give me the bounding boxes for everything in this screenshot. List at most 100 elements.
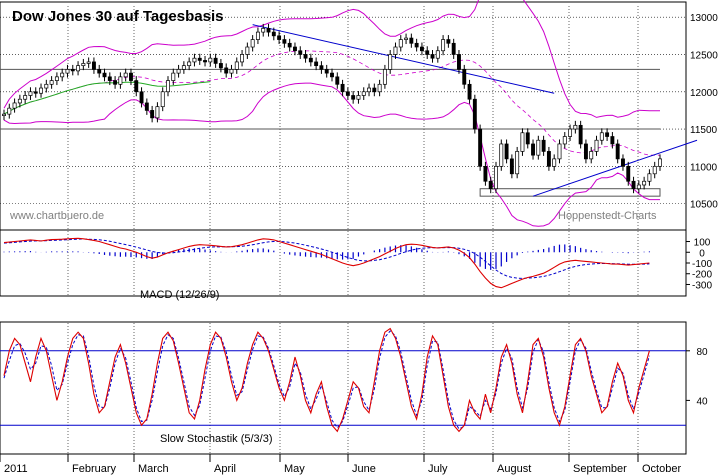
candle-body bbox=[414, 42, 419, 48]
candle-body bbox=[171, 72, 176, 81]
price-tick-label: 11000 bbox=[690, 162, 718, 173]
candle-body bbox=[33, 91, 38, 94]
candle-body bbox=[155, 106, 160, 119]
chart-background bbox=[0, 0, 723, 476]
candle-body bbox=[652, 165, 657, 175]
candle-body bbox=[435, 50, 440, 59]
candle-body bbox=[319, 65, 324, 70]
candle-body bbox=[504, 143, 509, 160]
candle-body bbox=[478, 128, 483, 167]
candle-body bbox=[483, 165, 488, 182]
candle-body bbox=[28, 91, 33, 96]
candle-body bbox=[340, 83, 345, 93]
candle-body bbox=[388, 54, 393, 70]
candle-body bbox=[308, 57, 313, 63]
candle-body bbox=[557, 143, 562, 160]
candle-body bbox=[658, 158, 662, 167]
candle-body bbox=[356, 95, 361, 100]
candle-body bbox=[102, 72, 107, 78]
watermark-left: www.chartbuero.de bbox=[9, 210, 104, 222]
candle-body bbox=[70, 69, 75, 72]
candle-body bbox=[647, 173, 652, 182]
candle-body bbox=[218, 63, 223, 69]
candle-body bbox=[271, 31, 276, 37]
candle-body bbox=[573, 124, 578, 130]
candle-body bbox=[65, 69, 70, 74]
candle-body bbox=[129, 72, 133, 81]
candle-body bbox=[457, 54, 461, 70]
candle-body bbox=[250, 39, 255, 48]
candle-body bbox=[615, 143, 620, 160]
x-axis-label: October bbox=[642, 463, 681, 475]
candle-body bbox=[610, 136, 615, 145]
candle-body bbox=[451, 42, 456, 55]
x-axis-label: August bbox=[497, 463, 531, 475]
candle-body bbox=[583, 143, 588, 160]
candle-body bbox=[17, 98, 22, 104]
candle-body bbox=[409, 37, 414, 44]
candle-body bbox=[44, 83, 49, 89]
candle-body bbox=[123, 72, 128, 78]
candle-body bbox=[314, 61, 319, 67]
candle-body bbox=[2, 113, 6, 116]
candle-body bbox=[488, 180, 493, 190]
candle-body bbox=[245, 46, 250, 55]
candle-body bbox=[287, 42, 292, 48]
candle-body bbox=[229, 69, 234, 74]
candle-body bbox=[441, 39, 446, 52]
x-axis-label: September bbox=[573, 463, 627, 475]
candle-body bbox=[261, 28, 266, 33]
candle-body bbox=[404, 37, 409, 40]
candle-body bbox=[599, 132, 604, 141]
candle-body bbox=[515, 151, 520, 175]
candle-body bbox=[39, 87, 43, 94]
candle-body bbox=[335, 76, 340, 85]
candle-body bbox=[589, 151, 594, 160]
macd-tick-label: -200 bbox=[692, 270, 712, 281]
candle-body bbox=[144, 102, 149, 111]
dow-jones-chart: 10500 11000 11500 12000 12500 13000 1000-100-2… bbox=[0, 0, 723, 476]
macd-label: MACD (12/26/9) bbox=[140, 289, 219, 301]
x-axis-label: May bbox=[284, 463, 305, 475]
candle-body bbox=[531, 143, 535, 156]
candle-body bbox=[266, 28, 271, 33]
x-axis-label: April bbox=[214, 463, 236, 475]
stochastic-tick-label: 80 bbox=[696, 347, 708, 358]
candle-body bbox=[398, 39, 403, 48]
candle-body bbox=[631, 180, 636, 190]
candle-body bbox=[107, 76, 112, 81]
stochastic-label: Slow Stochastik (5/3/3) bbox=[160, 433, 273, 445]
candle-body bbox=[97, 69, 102, 74]
macd-tick-label: -100 bbox=[692, 259, 712, 270]
candle-body bbox=[12, 102, 17, 109]
candle-body bbox=[367, 87, 371, 93]
candle-body bbox=[197, 57, 202, 61]
candle-body bbox=[234, 61, 239, 70]
candle-body bbox=[541, 139, 546, 152]
candle-body bbox=[187, 61, 192, 67]
candle-body bbox=[324, 69, 329, 74]
candle-body bbox=[213, 57, 218, 64]
candle-body bbox=[181, 65, 186, 70]
macd-tick-label: -300 bbox=[692, 280, 712, 291]
candle-body bbox=[472, 98, 477, 130]
candle-body bbox=[626, 165, 631, 182]
candle-body bbox=[139, 91, 144, 104]
candle-body bbox=[568, 128, 573, 137]
stochastic-tick-label: 40 bbox=[696, 396, 708, 407]
candle-body bbox=[255, 31, 260, 40]
candle-body bbox=[377, 83, 382, 93]
candle-body bbox=[536, 139, 541, 156]
candle-body bbox=[430, 54, 435, 59]
candle-body bbox=[636, 184, 641, 190]
candle-body bbox=[60, 72, 65, 78]
candle-body bbox=[208, 57, 213, 63]
candle-body bbox=[578, 124, 583, 145]
candle-body bbox=[382, 69, 387, 85]
price-tick-label: 13000 bbox=[690, 13, 718, 24]
candle-body bbox=[134, 80, 139, 93]
chart-title: Dow Jones 30 auf Tagesbasis bbox=[12, 8, 223, 25]
candle-body bbox=[23, 95, 28, 100]
candle-body bbox=[150, 110, 155, 119]
candle-body bbox=[562, 136, 567, 145]
